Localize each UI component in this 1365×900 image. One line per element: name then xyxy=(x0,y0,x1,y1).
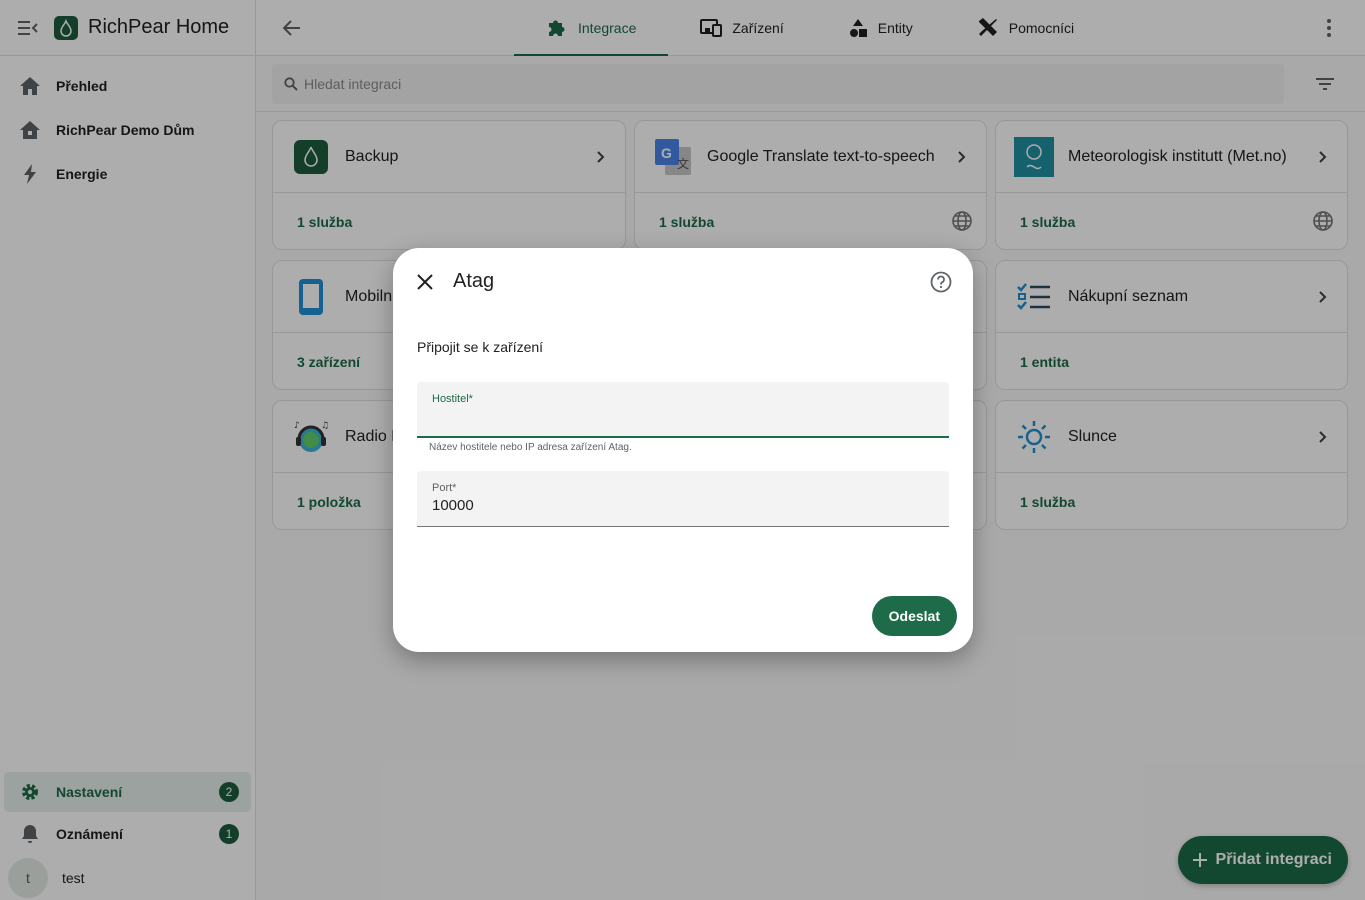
close-icon[interactable] xyxy=(413,270,437,294)
config-flow-dialog: Atag Připojit se k zařízení Hostitel* Ná… xyxy=(393,248,973,652)
host-input[interactable] xyxy=(432,408,932,425)
port-label: Port* xyxy=(432,482,457,494)
host-label: Hostitel* xyxy=(432,393,473,405)
port-input[interactable] xyxy=(432,497,932,514)
dialog-title: Atag xyxy=(453,270,495,292)
help-icon[interactable] xyxy=(929,270,953,294)
port-field[interactable]: Port* xyxy=(417,471,949,527)
dialog-description: Připojit se k zařízení xyxy=(417,339,544,355)
submit-button[interactable]: Odeslat xyxy=(871,596,957,636)
host-helper-text: Název hostitele nebo IP adresa zařízení … xyxy=(429,442,632,453)
host-field[interactable]: Hostitel* xyxy=(417,382,949,438)
